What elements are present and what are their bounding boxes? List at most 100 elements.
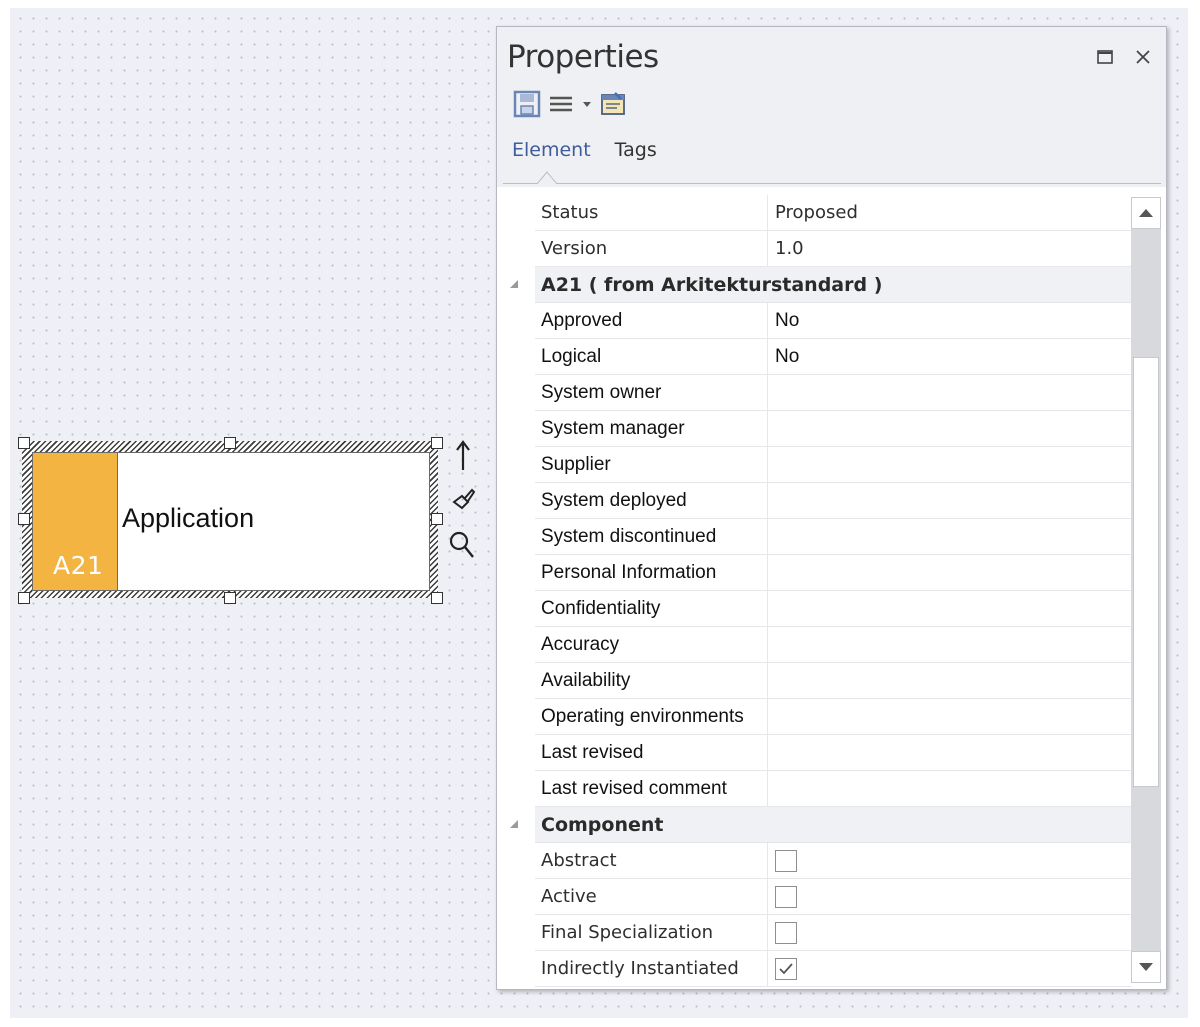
property-row-availability[interactable]: Availability xyxy=(535,663,1131,699)
property-row-approved[interactable]: Approved No xyxy=(535,303,1131,339)
panel-title: Properties xyxy=(507,39,659,75)
property-name: Final Specialization xyxy=(535,915,768,950)
resize-handle-right[interactable] xyxy=(431,513,443,525)
group-label: A21 ( from Arkitekturstandard ) xyxy=(541,273,883,296)
up-arrow-icon[interactable] xyxy=(450,438,476,472)
properties-dialog-icon[interactable] xyxy=(599,90,627,118)
indirectly-instantiated-checkbox[interactable] xyxy=(775,957,797,980)
property-name: Personal Information xyxy=(535,555,768,590)
property-row-system-discontinued[interactable]: System discontinued xyxy=(535,519,1131,555)
property-value[interactable]: No xyxy=(768,303,1131,338)
property-value xyxy=(768,879,1131,914)
close-icon[interactable] xyxy=(1133,47,1153,67)
property-name: System discontinued xyxy=(535,519,768,554)
scrollbar-thumb[interactable] xyxy=(1133,357,1159,787)
maximize-icon[interactable] xyxy=(1095,47,1115,67)
properties-tabs: Element Tags xyxy=(512,139,657,161)
properties-panel: Properties Element Tags Status Proposed … xyxy=(496,26,1167,990)
tab-tags[interactable]: Tags xyxy=(615,139,657,161)
property-value[interactable] xyxy=(768,555,1131,590)
property-name: System owner xyxy=(535,375,768,410)
property-row-operating-environments[interactable]: Operating environments xyxy=(535,699,1131,735)
property-row-status[interactable]: Status Proposed xyxy=(535,195,1131,231)
property-row-supplier[interactable]: Supplier xyxy=(535,447,1131,483)
property-value xyxy=(768,843,1131,878)
property-value xyxy=(768,951,1131,986)
resize-handle-top[interactable] xyxy=(224,437,236,449)
property-name: Last revised xyxy=(535,735,768,770)
property-row-personal-information[interactable]: Personal Information xyxy=(535,555,1131,591)
property-value[interactable] xyxy=(768,771,1131,806)
property-value[interactable] xyxy=(768,735,1131,770)
property-row-indirectly-instantiated[interactable]: Indirectly Instantiated xyxy=(535,951,1131,987)
resize-handle-top-left[interactable] xyxy=(18,437,30,449)
scroll-up-icon xyxy=(1139,209,1153,217)
property-value[interactable] xyxy=(768,375,1131,410)
properties-toolbar xyxy=(513,87,627,121)
scroll-down-button[interactable] xyxy=(1131,951,1161,983)
property-row-system-manager[interactable]: System manager xyxy=(535,411,1131,447)
property-name: System manager xyxy=(535,411,768,446)
property-name: Accuracy xyxy=(535,627,768,662)
property-row-last-revised-comment[interactable]: Last revised comment xyxy=(535,771,1131,807)
property-value[interactable] xyxy=(768,699,1131,734)
property-row-logical[interactable]: Logical No xyxy=(535,339,1131,375)
scroll-up-button[interactable] xyxy=(1131,197,1161,229)
scroll-down-icon xyxy=(1139,963,1153,971)
resize-handle-bottom[interactable] xyxy=(224,592,236,604)
abstract-checkbox[interactable] xyxy=(775,849,797,872)
property-name: Availability xyxy=(535,663,768,698)
property-row-version[interactable]: Version 1.0 xyxy=(535,231,1131,267)
property-name: Approved xyxy=(535,303,768,338)
vertical-scrollbar[interactable] xyxy=(1131,197,1161,983)
property-value[interactable] xyxy=(768,519,1131,554)
magnifier-icon[interactable] xyxy=(448,527,474,561)
property-row-accuracy[interactable]: Accuracy xyxy=(535,627,1131,663)
resize-handle-bottom-right[interactable] xyxy=(431,592,443,604)
property-value[interactable] xyxy=(768,483,1131,518)
property-value[interactable]: Proposed xyxy=(768,195,1131,230)
property-name: Abstract xyxy=(535,843,768,878)
property-name: Logical xyxy=(535,339,768,374)
property-value[interactable] xyxy=(768,627,1131,662)
property-row-active[interactable]: Active xyxy=(535,879,1131,915)
property-value[interactable]: 1.0 xyxy=(768,231,1131,266)
active-tab-caret-icon xyxy=(537,171,557,184)
paint-brush-icon[interactable] xyxy=(450,484,476,518)
resize-handle-top-right[interactable] xyxy=(431,437,443,449)
property-name: Version xyxy=(535,231,768,266)
group-label: Component xyxy=(541,813,664,836)
property-row-confidentiality[interactable]: Confidentiality xyxy=(535,591,1131,627)
group-header-component[interactable]: Component xyxy=(510,807,1131,843)
active-checkbox[interactable] xyxy=(775,885,797,908)
property-name: Active xyxy=(535,879,768,914)
property-rows: Status Proposed Version 1.0 A21 ( from A… xyxy=(510,195,1131,987)
property-value[interactable] xyxy=(768,663,1131,698)
resize-handle-bottom-left[interactable] xyxy=(18,592,30,604)
property-name: Confidentiality xyxy=(535,591,768,626)
group-header-a21[interactable]: A21 ( from Arkitekturstandard ) xyxy=(510,267,1131,303)
collapse-arrow-icon[interactable] xyxy=(509,819,519,829)
property-row-system-deployed[interactable]: System deployed xyxy=(535,483,1131,519)
tab-element[interactable]: Element xyxy=(512,139,591,161)
final-specialization-checkbox[interactable] xyxy=(775,921,797,944)
check-mark-icon xyxy=(779,962,793,974)
property-row-system-owner[interactable]: System owner xyxy=(535,375,1131,411)
menu-icon[interactable] xyxy=(547,90,575,118)
collapse-arrow-icon[interactable] xyxy=(509,279,519,289)
property-value[interactable] xyxy=(768,591,1131,626)
property-value[interactable]: No xyxy=(768,339,1131,374)
element-stereotype-stripe: A21 xyxy=(33,453,118,590)
property-name: Indirectly Instantiated xyxy=(535,951,768,986)
resize-handle-left[interactable] xyxy=(18,513,30,525)
property-grid: Status Proposed Version 1.0 A21 ( from A… xyxy=(497,187,1166,989)
property-row-final-specialization[interactable]: Final Specialization xyxy=(535,915,1131,951)
property-row-last-revised[interactable]: Last revised xyxy=(535,735,1131,771)
property-row-abstract[interactable]: Abstract xyxy=(535,843,1131,879)
property-value[interactable] xyxy=(768,447,1131,482)
diagram-element-application[interactable]: A21 Application xyxy=(32,452,430,591)
dropdown-arrow-icon[interactable] xyxy=(581,98,593,110)
element-code-label: A21 xyxy=(53,551,104,580)
save-icon[interactable] xyxy=(513,90,541,118)
property-value[interactable] xyxy=(768,411,1131,446)
